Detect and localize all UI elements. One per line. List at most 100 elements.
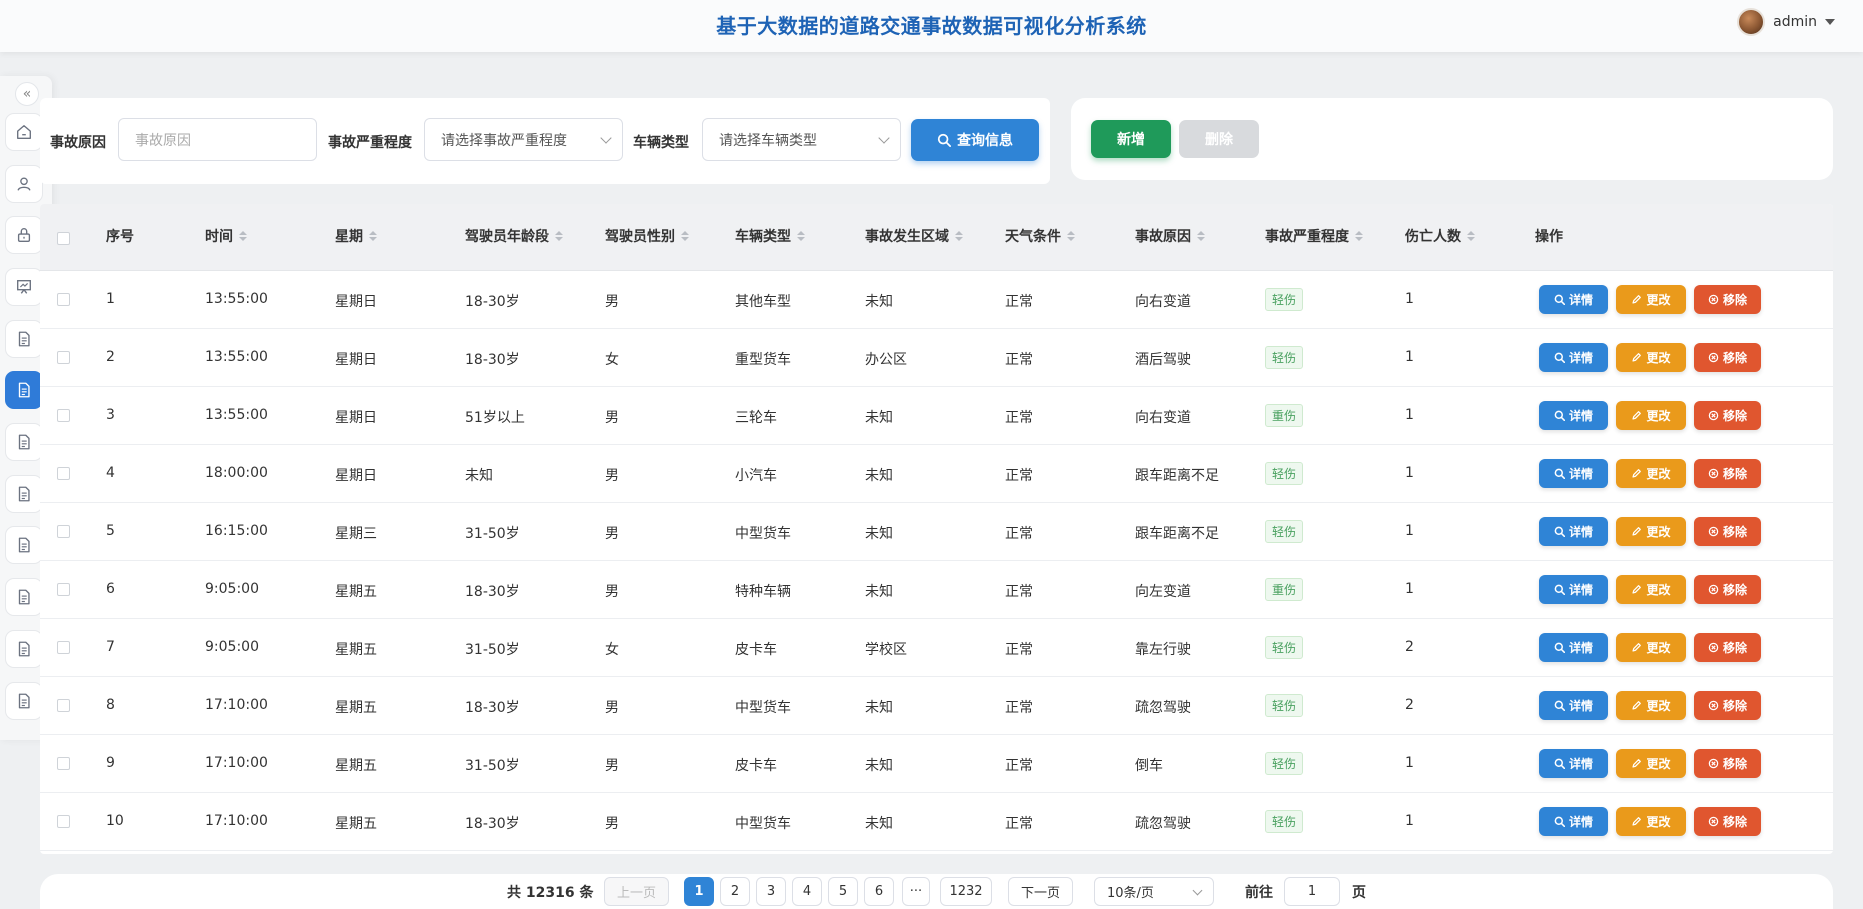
page-1[interactable]: 1	[684, 877, 714, 906]
detail-button[interactable]: 详情	[1539, 633, 1608, 662]
remove-button[interactable]: 移除	[1694, 285, 1761, 314]
add-button[interactable]: 新增	[1091, 120, 1171, 158]
row-checkbox[interactable]	[57, 583, 70, 596]
edit-button[interactable]: 更改	[1616, 459, 1686, 488]
edit-button[interactable]: 更改	[1616, 691, 1686, 720]
page-6[interactable]: 6	[864, 877, 894, 906]
page-last[interactable]: 1232	[940, 877, 992, 906]
page-2[interactable]: 2	[720, 877, 750, 906]
sidebar-item-7[interactable]	[5, 423, 43, 461]
table-row[interactable]: 1 13:55:00 星期日 18-30岁 男 其他车型 未知 正常 向右变道 轻伤 1 详情 更改 移除	[40, 271, 1833, 329]
header-weather[interactable]: 天气条件	[1005, 226, 1075, 246]
select-all-checkbox[interactable]	[57, 232, 70, 245]
edit-button[interactable]: 更改	[1616, 285, 1686, 314]
sidebar-item-8[interactable]	[5, 475, 43, 513]
avatar[interactable]	[1737, 8, 1766, 36]
detail-button[interactable]: 详情	[1539, 343, 1608, 372]
header-time[interactable]: 时间	[205, 226, 247, 246]
header-vehicle[interactable]: 车辆类型	[735, 226, 805, 246]
header-severity[interactable]: 事故严重程度	[1265, 226, 1363, 246]
remove-button[interactable]: 移除	[1694, 401, 1761, 430]
next-page-button[interactable]: 下一页	[1008, 877, 1073, 906]
delete-button[interactable]: 删除	[1179, 120, 1259, 158]
cause-input[interactable]: 事故原因	[118, 118, 317, 161]
remove-button[interactable]: 移除	[1694, 517, 1761, 546]
table-row[interactable]: 9 17:10:00 星期五 31-50岁 男 皮卡车 未知 正常 倒车 轻伤 1 详情 更改 移除	[40, 735, 1833, 793]
page-4[interactable]: 4	[792, 877, 822, 906]
row-checkbox[interactable]	[57, 351, 70, 364]
remove-button[interactable]: 移除	[1694, 459, 1761, 488]
sidebar-item-4[interactable]	[5, 268, 43, 306]
query-button[interactable]: 查询信息	[911, 119, 1039, 161]
table-row[interactable]: 2 13:55:00 星期日 18-30岁 女 重型货车 办公区 正常 酒后驾驶 轻伤 1 详情 更改 移…	[40, 329, 1833, 387]
edit-button[interactable]: 更改	[1616, 343, 1686, 372]
sidebar-item-3[interactable]	[5, 216, 43, 254]
header-area[interactable]: 事故发生区域	[865, 226, 963, 246]
table-row[interactable]: 5 16:15:00 星期三 31-50岁 男 中型货车 未知 正常 跟车距离不足 轻伤 1 详情 更改…	[40, 503, 1833, 561]
table-row[interactable]: 4 18:00:00 星期日 未知 男 小汽车 未知 正常 跟车距离不足 轻伤 1 详情 更改 移除	[40, 445, 1833, 503]
sidebar-item-11[interactable]	[5, 630, 43, 668]
edit-button[interactable]: 更改	[1616, 633, 1686, 662]
sort-icon[interactable]	[797, 231, 805, 241]
detail-button[interactable]: 详情	[1539, 517, 1608, 546]
page-size-select[interactable]: 10条/页	[1094, 877, 1214, 906]
sidebar-item-10[interactable]	[5, 578, 43, 616]
sort-icon[interactable]	[369, 231, 377, 241]
sort-icon[interactable]	[1197, 231, 1205, 241]
detail-button[interactable]: 详情	[1539, 459, 1608, 488]
table-row[interactable]: 8 17:10:00 星期五 18-30岁 男 中型货车 未知 正常 疏忽驾驶 轻伤 2 详情 更改 移除	[40, 677, 1833, 735]
sidebar-item-2[interactable]	[5, 165, 43, 203]
chevron-down-icon[interactable]	[1825, 19, 1835, 25]
sort-icon[interactable]	[1355, 231, 1363, 241]
row-checkbox[interactable]	[57, 699, 70, 712]
row-checkbox[interactable]	[57, 525, 70, 538]
remove-button[interactable]: 移除	[1694, 691, 1761, 720]
sidebar-item-6[interactable]	[5, 371, 43, 409]
header-weekday[interactable]: 星期	[335, 226, 377, 246]
detail-button[interactable]: 详情	[1539, 285, 1608, 314]
sort-icon[interactable]	[555, 231, 563, 241]
sidebar-item-1[interactable]	[5, 113, 43, 151]
sort-icon[interactable]	[239, 231, 247, 241]
sort-icon[interactable]	[1067, 231, 1075, 241]
detail-button[interactable]: 详情	[1539, 807, 1608, 836]
sidebar-item-5[interactable]	[5, 320, 43, 358]
vehicle-select[interactable]: 请选择车辆类型	[702, 118, 901, 161]
row-checkbox[interactable]	[57, 757, 70, 770]
prev-page-button[interactable]: 上一页	[604, 877, 669, 906]
sort-icon[interactable]	[681, 231, 689, 241]
row-checkbox[interactable]	[57, 641, 70, 654]
detail-button[interactable]: 详情	[1539, 749, 1608, 778]
sidebar-item-12[interactable]	[5, 682, 43, 720]
header-cause[interactable]: 事故原因	[1135, 226, 1205, 246]
table-row[interactable]: 6 9:05:00 星期五 18-30岁 男 特种车辆 未知 正常 向左变道 重伤 1 详情 更改 移除	[40, 561, 1833, 619]
remove-button[interactable]: 移除	[1694, 807, 1761, 836]
sidebar-item-9[interactable]	[5, 526, 43, 564]
table-row[interactable]: 7 9:05:00 星期五 31-50岁 女 皮卡车 学校区 正常 靠左行驶 轻伤 2 详情 更改 移除	[40, 619, 1833, 677]
header-age[interactable]: 驾驶员年龄段	[465, 226, 563, 246]
row-checkbox[interactable]	[57, 293, 70, 306]
collapse-sidebar-icon[interactable]: «	[15, 82, 39, 106]
header-casualties[interactable]: 伤亡人数	[1405, 226, 1475, 246]
goto-page-input[interactable]: 1	[1284, 877, 1340, 906]
edit-button[interactable]: 更改	[1616, 575, 1686, 604]
row-checkbox[interactable]	[57, 815, 70, 828]
edit-button[interactable]: 更改	[1616, 401, 1686, 430]
sort-icon[interactable]	[1467, 231, 1475, 241]
detail-button[interactable]: 详情	[1539, 401, 1608, 430]
page-5[interactable]: 5	[828, 877, 858, 906]
remove-button[interactable]: 移除	[1694, 343, 1761, 372]
remove-button[interactable]: 移除	[1694, 575, 1761, 604]
edit-button[interactable]: 更改	[1616, 517, 1686, 546]
table-row[interactable]: 3 13:55:00 星期日 51岁以上 男 三轮车 未知 正常 向右变道 重伤 1 详情 更改 移除	[40, 387, 1833, 445]
table-row[interactable]: 10 17:10:00 星期五 18-30岁 男 中型货车 未知 正常 疏忽驾驶 轻伤 1 详情 更改 移…	[40, 793, 1833, 851]
severity-select[interactable]: 请选择事故严重程度	[424, 118, 623, 161]
sort-icon[interactable]	[955, 231, 963, 241]
remove-button[interactable]: 移除	[1694, 749, 1761, 778]
edit-button[interactable]: 更改	[1616, 749, 1686, 778]
detail-button[interactable]: 详情	[1539, 691, 1608, 720]
header-gender[interactable]: 驾驶员性别	[605, 226, 689, 246]
detail-button[interactable]: 详情	[1539, 575, 1608, 604]
page-3[interactable]: 3	[756, 877, 786, 906]
remove-button[interactable]: 移除	[1694, 633, 1761, 662]
